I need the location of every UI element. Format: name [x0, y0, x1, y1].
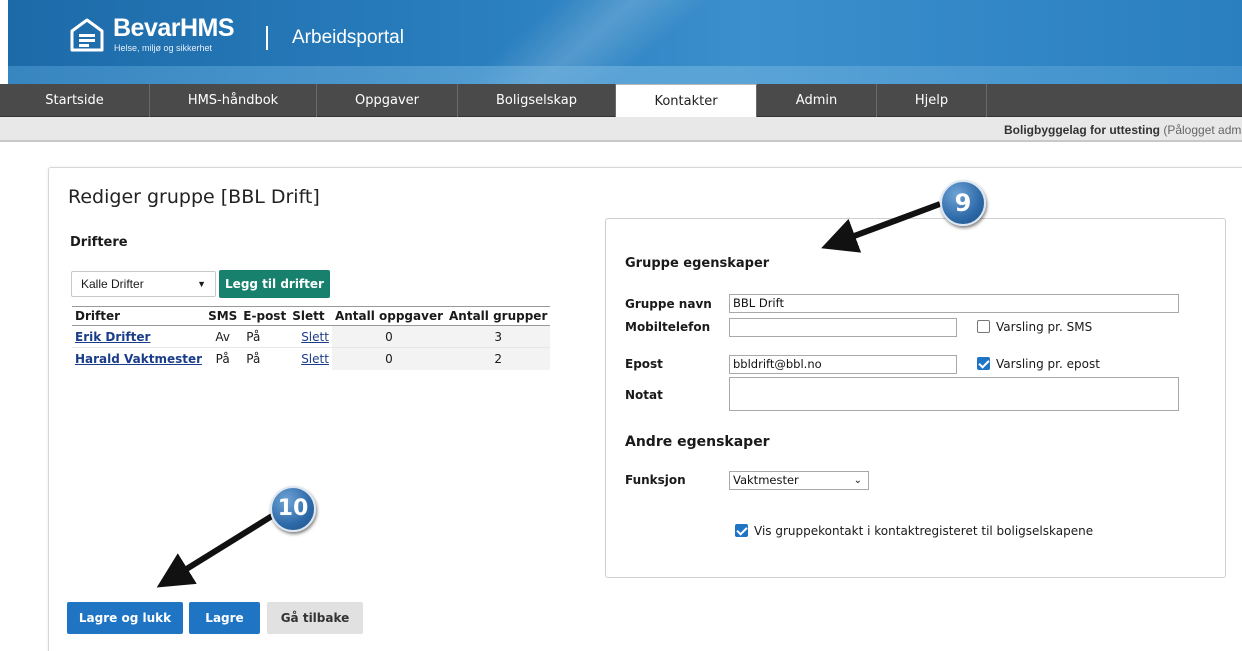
callout-10: 10	[270, 486, 316, 532]
callout-9: 9	[940, 180, 986, 226]
arrow-to-gruppe-egenskaper	[821, 201, 942, 253]
arrow-to-save-close	[156, 513, 274, 588]
annotation-arrows	[156, 201, 942, 588]
